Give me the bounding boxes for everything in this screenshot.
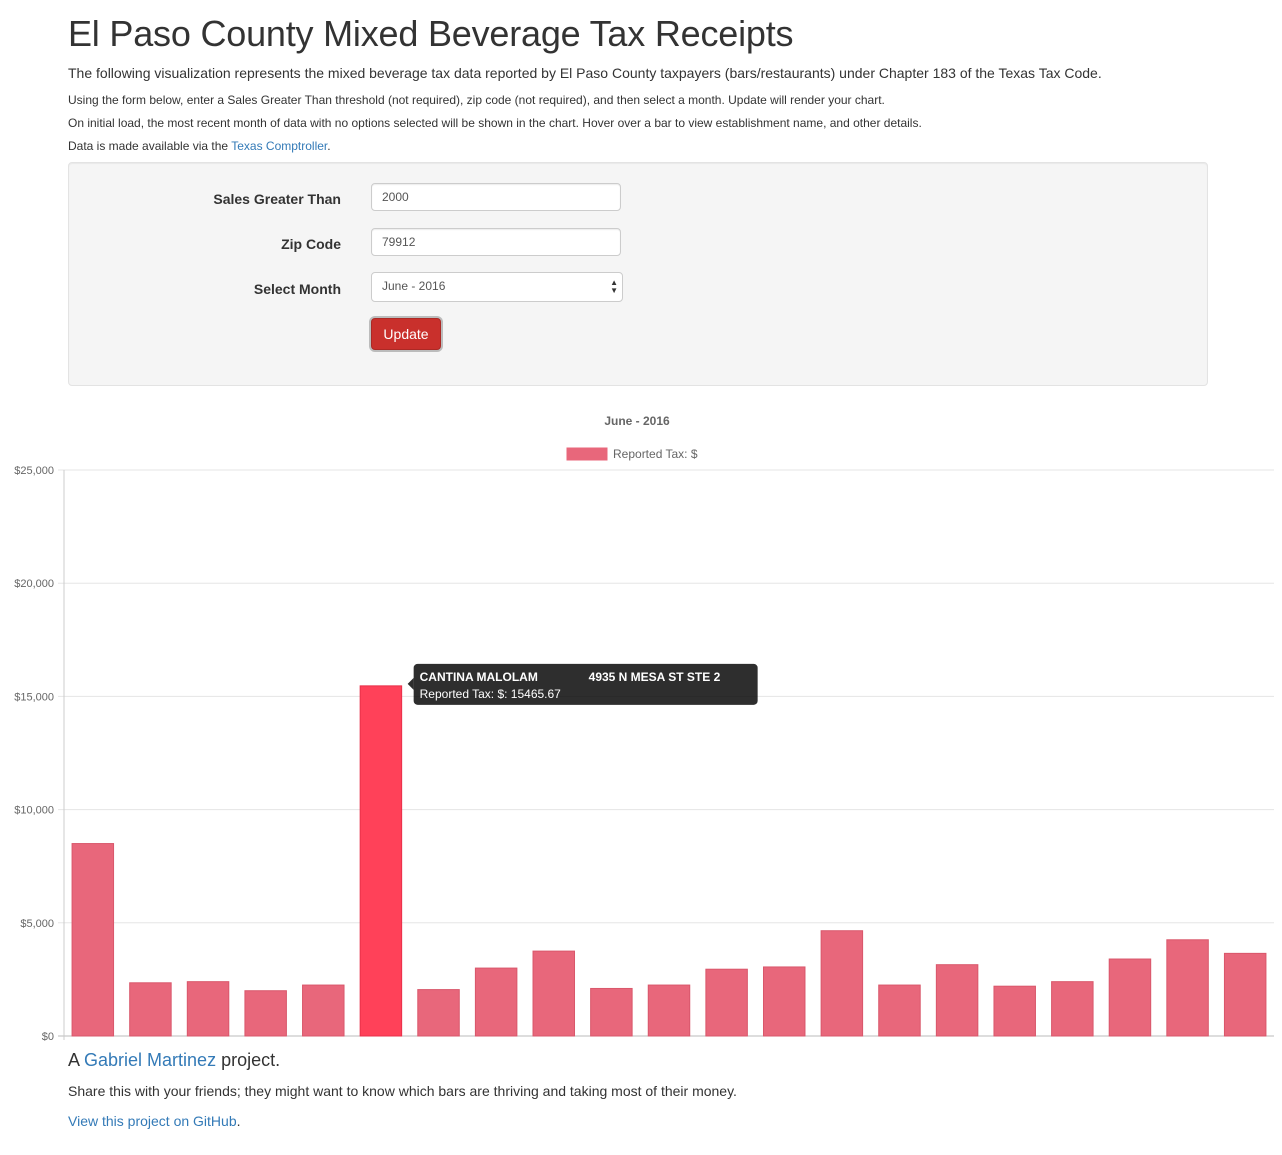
chart-bar[interactable] [302,984,345,1037]
y-tick-label: $20,000 [14,578,54,590]
chart-bar[interactable] [705,968,748,1037]
legend-label[interactable]: Reported Tax: $ [613,447,698,461]
y-axis-ticks: $0 $5,000 $10,000 $15,000 $20,000 $25,000 [14,465,54,1043]
chart-bar[interactable] [71,843,115,1037]
tooltip-address: 4935 N MESA ST STE 2 [589,670,721,684]
page-title: El Paso County Mixed Beverage Tax Receip… [68,13,794,54]
chart-bar[interactable] [474,967,518,1037]
y-tick-label: $25,000 [14,465,54,477]
source-prefix: Data is made available via the [68,139,232,153]
chart-bar[interactable] [993,985,1036,1037]
chart-bar[interactable] [647,984,691,1037]
bar-tooltip: CANTINA MALOLAM 4935 N MESA ST STE 2 Repor… [407,663,758,705]
tooltip-caret [407,677,414,690]
tooltip-value: Reported Tax: $: 15465.67 [420,687,562,701]
select-arrows-icon: ▲ ▼ [610,278,618,295]
chart-bar[interactable] [878,984,921,1037]
select-month-label: Select Month [253,281,341,297]
tooltip-establishment-name: CANTINA MALOLAM [420,670,538,684]
y-tick-label: $0 [42,1031,54,1043]
footer-suffix: project. [216,1050,281,1070]
chart-bar[interactable] [1223,952,1267,1037]
chart-bar[interactable] [935,964,979,1037]
footer-prefix: A [68,1050,85,1070]
instructions-text: Using the form below, enter a Sales Grea… [68,93,885,107]
intro-paragraph: The following visualization represents t… [68,65,1102,81]
y-tick-label: $10,000 [14,805,54,817]
update-button[interactable]: Update [371,318,441,350]
zip-code-label: Zip Code [281,236,341,252]
month-select[interactable]: June - 2016 ▲ ▼ [371,272,623,302]
chart-bar[interactable] [590,987,633,1037]
share-text: Share this with your friends; they might… [68,1083,737,1099]
chart-bar[interactable] [762,966,806,1037]
chart-bar[interactable] [417,989,460,1037]
chart-bar[interactable] [244,990,287,1037]
footer-credit: A Gabriel Martinez project. [68,1050,280,1071]
tax-bar-chart: June - 2016 Reported Tax: $ $0 $5,000 $10,… [14,414,1274,1043]
y-tick-label: $15,000 [14,691,54,703]
chart-bar[interactable] [1166,939,1209,1037]
chart-bar[interactable] [1051,981,1094,1037]
initial-load-note: On initial load, the most recent month o… [68,116,922,130]
github-line: View this project on GitHub. [68,1113,241,1129]
filter-form: Sales Greater Than Zip Code Select Month… [68,162,1208,386]
y-tick-label: $5,000 [20,918,54,930]
texas-comptroller-link[interactable]: Texas Comptroller [231,139,327,153]
zip-code-input[interactable] [371,228,621,256]
source-suffix: . [327,139,331,153]
chart-gridlines [58,469,1274,1040]
chart-bar[interactable] [532,950,576,1037]
chart-title: June - 2016 [604,414,670,428]
github-suffix: . [236,1113,241,1129]
sales-greater-than-label: Sales Greater Than [213,191,341,207]
data-source-text: Data is made available via the Texas Com… [68,139,331,153]
chart-bar[interactable] [186,981,230,1037]
sales-greater-than-input[interactable] [371,183,621,211]
github-link[interactable]: View this project on GitHub [68,1113,237,1129]
chart-bar[interactable] [820,930,864,1037]
month-select-value: June - 2016 [382,279,446,293]
legend-swatch[interactable] [566,447,608,461]
author-link[interactable]: Gabriel Martinez [84,1050,216,1070]
chart-bar[interactable] [129,982,172,1037]
chart-bar[interactable] [359,685,403,1037]
chart-bar[interactable] [1108,958,1152,1037]
chart-bars [71,685,1267,1037]
